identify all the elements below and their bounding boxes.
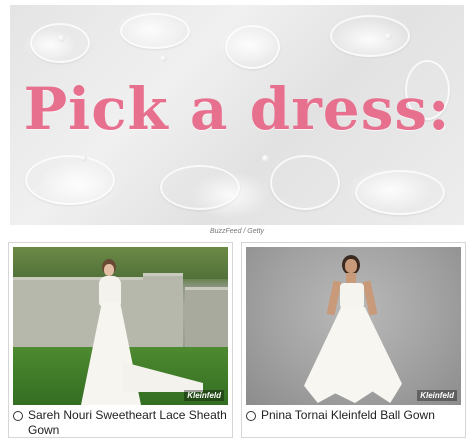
lace-motif	[330, 15, 410, 57]
answer-option-sareh-nouri[interactable]: Kleinfeld Sareh Nouri Sweetheart Lace Sh…	[8, 242, 233, 438]
answer-label: Sareh Nouri Sweetheart Lace Sheath Gown	[28, 408, 227, 437]
pearl-bead	[262, 155, 269, 162]
lace-motif	[225, 25, 280, 69]
bride-face	[104, 264, 114, 276]
stone-wall	[13, 277, 153, 347]
hero-banner: Pick a dress:	[10, 5, 464, 225]
radio-button[interactable]	[13, 411, 23, 421]
lace-motif	[30, 23, 90, 63]
answer-choice[interactable]: Pnina Tornai Kleinfeld Ball Gown	[246, 408, 463, 423]
answer-options: Kleinfeld Sareh Nouri Sweetheart Lace Sh…	[8, 242, 466, 440]
gown-bodice	[340, 283, 364, 309]
pearl-bead	[80, 155, 87, 162]
gown-skirt	[304, 307, 402, 403]
stone-pillar	[143, 273, 183, 358]
page-title: Pick a dress:	[23, 75, 451, 143]
dress-photo[interactable]: Kleinfeld	[13, 247, 228, 405]
answer-option-pnina-tornai[interactable]: Kleinfeld Pnina Tornai Kleinfeld Ball Go…	[241, 242, 466, 438]
model-face	[345, 259, 357, 273]
image-credit: BuzzFeed / Getty	[209, 228, 265, 235]
answer-label: Pnina Tornai Kleinfeld Ball Gown	[261, 408, 435, 422]
pearl-bead	[58, 35, 65, 42]
trees-background	[13, 247, 228, 279]
radio-button[interactable]	[246, 411, 256, 421]
lace-motif	[120, 13, 190, 49]
lace-motif	[270, 155, 340, 210]
photo-watermark: Kleinfeld	[184, 390, 224, 401]
pearl-bead	[160, 55, 167, 62]
lace-motif	[160, 165, 240, 210]
gown-bodice	[99, 276, 121, 306]
pearl-bead	[385, 33, 392, 40]
dress-photo[interactable]: Kleinfeld	[246, 247, 461, 405]
lace-motif	[25, 155, 115, 205]
photo-watermark: Kleinfeld	[417, 390, 457, 401]
answer-choice[interactable]: Sareh Nouri Sweetheart Lace Sheath Gown	[13, 408, 230, 438]
lace-motif	[355, 170, 445, 215]
